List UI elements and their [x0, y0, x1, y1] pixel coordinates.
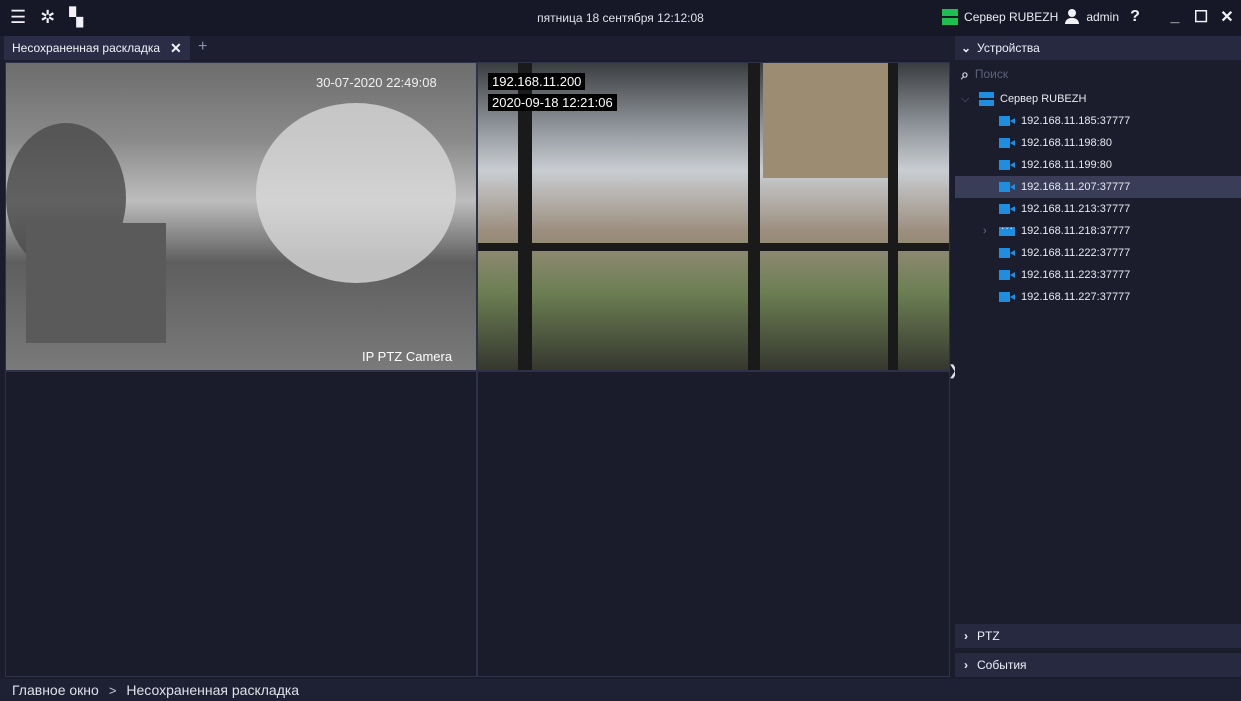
device-label: 192.168.11.213:37777 [1021, 203, 1131, 215]
breadcrumb-root[interactable]: Главное окно [12, 682, 99, 698]
chevron-right-icon: › [964, 658, 968, 672]
layout-tab-bar: Несохраненная раскладка ✕ + [0, 36, 955, 60]
breadcrumb-separator-icon: > [108, 682, 117, 698]
device-search[interactable]: ⌕ Поиск [955, 62, 1241, 86]
tab-close-icon[interactable]: ✕ [170, 40, 182, 57]
tree-node-device-selected[interactable]: 192.168.11.207:37777 [955, 176, 1241, 198]
cam1-name: IP PTZ Camera [362, 349, 453, 364]
breadcrumb-current: Несохраненная раскладка [126, 682, 300, 698]
ptz-section-header[interactable]: › PTZ [955, 624, 1241, 648]
camera-icon [999, 248, 1015, 258]
tree-node-server[interactable]: ⌵ Сервер RUBEZH [955, 88, 1241, 110]
menu-icon[interactable]: ☰ [10, 8, 26, 26]
tree-node-device[interactable]: 192.168.11.213:37777 [955, 198, 1241, 220]
camera-icon [999, 270, 1015, 280]
camera-icon [999, 182, 1015, 192]
camera-icon [999, 138, 1015, 148]
devices-section-header[interactable]: ⌄ Устройства [955, 36, 1241, 60]
layout-grid-icon[interactable]: ▚ [69, 8, 83, 26]
video-grid: 30-07-2020 22:49:08 IP PTZ Camera 192.16… [5, 62, 950, 677]
breadcrumb: Главное окно > Несохраненная раскладка [0, 679, 1241, 701]
scene-blind [763, 63, 888, 178]
tree-node-device[interactable]: 192.168.11.198:80 [955, 132, 1241, 154]
nvr-icon [999, 223, 1015, 236]
user-icon[interactable] [1064, 9, 1080, 25]
device-label: 192.168.11.198:80 [1021, 137, 1112, 149]
camera-icon [999, 116, 1015, 126]
scene-frame [478, 243, 949, 251]
tree-node-device[interactable]: 192.168.11.185:37777 [955, 110, 1241, 132]
cam2-ip: 192.168.11.200 [488, 73, 586, 90]
chevron-right-icon: › [964, 629, 968, 643]
gear-icon[interactable]: ✲ [40, 8, 55, 26]
close-button[interactable]: ✕ [1217, 7, 1237, 27]
chevron-down-icon: ⌄ [960, 41, 972, 55]
video-cell-4-empty[interactable] [477, 371, 950, 677]
search-input[interactable]: Поиск [975, 67, 1008, 81]
cam1-timestamp: 30-07-2020 22:49:08 [316, 75, 437, 90]
device-label: 192.168.11.199:80 [1021, 159, 1112, 171]
scene-frame [748, 63, 760, 370]
video-cell-3-empty[interactable] [5, 371, 477, 677]
toolbar-right: Сервер RUBEZH admin ? _ ☐ ✕ [942, 7, 1237, 27]
device-label: 192.168.11.218:37777 [1021, 225, 1131, 237]
camera-icon [999, 160, 1015, 170]
device-label: 192.168.11.207:37777 [1021, 181, 1131, 193]
tree-node-device[interactable]: 192.168.11.227:37777 [955, 286, 1241, 308]
user-label[interactable]: admin [1086, 10, 1119, 24]
video-cell-2[interactable]: 192.168.11.200 2020-09-18 12:21:06 [477, 62, 950, 371]
scene-frame [888, 63, 898, 370]
device-label: 192.168.11.223:37777 [1021, 269, 1131, 281]
help-button[interactable]: ? [1125, 8, 1145, 26]
cam2-timestamp: 2020-09-18 12:21:06 [488, 94, 617, 111]
server-status-icon [942, 9, 959, 25]
minimize-button[interactable]: _ [1165, 8, 1185, 26]
maximize-button[interactable]: ☐ [1191, 7, 1211, 27]
devices-header-label: Устройства [977, 41, 1040, 55]
server-label[interactable]: Сервер RUBEZH [964, 10, 1058, 24]
tab-unsaved-layout[interactable]: Несохраненная раскладка ✕ [4, 36, 190, 60]
tree-node-device[interactable]: 192.168.11.199:80 [955, 154, 1241, 176]
device-label: 192.168.11.185:37777 [1021, 115, 1131, 127]
right-panel: ⌄ Устройства ⌕ Поиск ⌵ Сервер RUBEZH 192… [955, 36, 1241, 677]
scene-tree [256, 103, 456, 283]
tree-node-nvr[interactable]: › 192.168.11.218:37777 [955, 220, 1241, 242]
chevron-down-icon[interactable]: ⌵ [961, 93, 979, 106]
device-label: 192.168.11.222:37777 [1021, 247, 1131, 259]
device-label: 192.168.11.227:37777 [1021, 291, 1131, 303]
server-icon [979, 91, 994, 107]
tree-node-device[interactable]: 192.168.11.222:37777 [955, 242, 1241, 264]
title-bar: ☰ ✲ ▚ пятница 18 сентября 12:12:08 Серве… [0, 0, 1241, 36]
scene-building [26, 223, 166, 343]
tab-label: Несохраненная раскладка [12, 41, 161, 55]
server-node-label: Сервер RUBEZH [1000, 93, 1087, 105]
camera-icon [999, 204, 1015, 214]
search-icon: ⌕ [961, 65, 969, 82]
tree-node-device[interactable]: 192.168.11.223:37777 [955, 264, 1241, 286]
events-header-label: События [977, 658, 1027, 672]
camera-icon [999, 292, 1015, 302]
ptz-header-label: PTZ [977, 629, 1000, 643]
toolbar-left: ☰ ✲ ▚ [10, 8, 83, 26]
events-section-header[interactable]: › События [955, 653, 1241, 677]
video-cell-1[interactable]: 30-07-2020 22:49:08 IP PTZ Camera [5, 62, 477, 371]
device-tree: ⌵ Сервер RUBEZH 192.168.11.185:37777 192… [955, 88, 1241, 308]
add-tab-button[interactable]: + [198, 38, 207, 56]
